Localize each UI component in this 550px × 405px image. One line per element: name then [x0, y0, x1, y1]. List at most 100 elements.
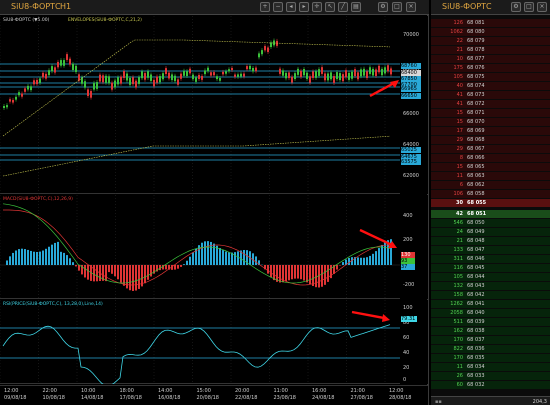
- draw-line-icon[interactable]: ╱: [338, 2, 348, 12]
- rsi-pane[interactable]: RSI(PRICE(SiU8-ФОРТС,C), 13,28,0),Line,1…: [0, 300, 400, 387]
- bid-row[interactable]: 170 68 035: [431, 354, 550, 362]
- macd-histogram-bar: [9, 256, 11, 265]
- bid-row[interactable]: 116 68 045: [431, 264, 550, 272]
- bid-row[interactable]: 60 68 032: [431, 381, 550, 389]
- ask-row[interactable]: 1062 68 080: [431, 28, 550, 36]
- macd-histogram-bar: [225, 251, 227, 265]
- ask-row[interactable]: 11 68 063: [431, 172, 550, 180]
- close-icon[interactable]: ×: [537, 2, 547, 12]
- macd-pane[interactable]: MACD(SiU8-ФОРТС,C),12,26,9): [0, 195, 400, 299]
- bid-row[interactable]: 11 68 034: [431, 363, 550, 371]
- candle-body: [225, 71, 227, 74]
- bid-row[interactable]: 26 68 033: [431, 372, 550, 380]
- bid-row[interactable]: 42 68 051: [431, 210, 550, 218]
- ask-price: 68 075: [467, 74, 485, 80]
- ask-row[interactable]: 15 68 070: [431, 118, 550, 126]
- price-axis[interactable]: 70000 68000 66000 64000 62000 6876068400…: [400, 16, 428, 194]
- close-icon[interactable]: ×: [406, 2, 416, 12]
- crosshair-icon[interactable]: ✛: [312, 2, 322, 12]
- bid-row[interactable]: 546 68 050: [431, 219, 550, 227]
- bid-row[interactable]: 170 68 037: [431, 336, 550, 344]
- ask-row[interactable]: 29 68 068: [431, 136, 550, 144]
- ask-row[interactable]: 40 68 074: [431, 82, 550, 90]
- ask-row[interactable]: 8 68 066: [431, 154, 550, 162]
- scroll-left-icon[interactable]: ◂: [286, 2, 296, 12]
- candle-body: [342, 74, 344, 82]
- scroll-right-icon[interactable]: ▸: [299, 2, 309, 12]
- bid-row[interactable]: 105 68 044: [431, 273, 550, 281]
- candle-body: [30, 86, 32, 91]
- candle-body: [33, 80, 35, 85]
- ask-row[interactable]: 15 68 071: [431, 109, 550, 117]
- candle-body: [378, 65, 380, 73]
- macd-histogram-bar: [327, 265, 329, 282]
- ask-row[interactable]: 6 68 062: [431, 181, 550, 189]
- time-axis[interactable]: 12:00 09/08/18 22:00 10/08/18 10:00 14/08/18 1…: [0, 385, 428, 405]
- ask-row[interactable]: 29 68 067: [431, 145, 550, 153]
- bid-row[interactable]: 21 68 048: [431, 237, 550, 245]
- bid-row[interactable]: 158 68 042: [431, 291, 550, 299]
- macd-axis[interactable]: 400 200 0 -200 130 93 37: [400, 195, 428, 299]
- bid-row[interactable]: 133 68 047: [431, 246, 550, 254]
- bid-row[interactable]: 162 68 038: [431, 327, 550, 335]
- ask-row[interactable]: 41 68 073: [431, 91, 550, 99]
- ask-row[interactable]: 15 68 065: [431, 163, 550, 171]
- ask-price: 68 058: [467, 191, 485, 197]
- status-left: ▪▪: [435, 399, 442, 405]
- candle-body: [360, 69, 362, 77]
- zoom-in-icon[interactable]: +: [260, 2, 270, 12]
- macd-histogram-bar: [204, 241, 206, 265]
- ask-price: 68 078: [467, 47, 485, 53]
- maximize-icon[interactable]: □: [524, 2, 534, 12]
- cursor-icon[interactable]: ↖: [325, 2, 335, 12]
- macd-histogram-bar: [378, 248, 380, 265]
- bid-row[interactable]: 1262 68 041: [431, 300, 550, 308]
- candle-body: [303, 68, 305, 76]
- candle-body: [180, 73, 182, 79]
- annotation-arrow: [351, 310, 385, 320]
- ask-row[interactable]: 105 68 075: [431, 73, 550, 81]
- macd-histogram-bar: [372, 253, 374, 265]
- bid-row[interactable]: 24 68 049: [431, 228, 550, 236]
- macd-histogram-bar: [384, 242, 386, 265]
- ask-row[interactable]: 21 68 078: [431, 46, 550, 54]
- ask-row[interactable]: 30 68 055: [431, 199, 550, 207]
- rsi-axis[interactable]: 100 80 60 40 20 0 79.31: [400, 300, 428, 384]
- chart-timeframe[interactable]: H1: [60, 2, 71, 12]
- ask-row[interactable]: 106 68 058: [431, 190, 550, 198]
- ask-row[interactable]: 17 68 069: [431, 127, 550, 135]
- bid-quantity: 170: [453, 355, 463, 361]
- candle-body: [237, 74, 239, 77]
- macd-histogram-bar: [213, 243, 215, 265]
- macd-histogram-bar: [39, 251, 41, 265]
- ask-row[interactable]: 126 68 081: [431, 19, 550, 27]
- settings-icon[interactable]: ⚙: [511, 2, 521, 12]
- macd-histogram-bar: [93, 265, 95, 282]
- order-book[interactable]: SiU8-ФОРТС ⚙ □ × 126 68 081 1062 68 080 22 68…: [431, 0, 550, 405]
- zoom-out-icon[interactable]: −: [273, 2, 283, 12]
- bid-row[interactable]: 511 68 039: [431, 318, 550, 326]
- candle-body: [384, 67, 386, 74]
- ask-row[interactable]: 175 68 076: [431, 64, 550, 72]
- chart-window[interactable]: SiU8-ФОРТС H1 + − ◂ ▸ ✛ ↖ ╱ ▤ ⚙ □ × SiU8…: [0, 0, 429, 405]
- order-book-rows[interactable]: 126 68 081 1062 68 080 22 68 079 21 68 078 10 68 …: [431, 19, 550, 394]
- settings-icon[interactable]: ⚙: [378, 2, 388, 12]
- bid-price: 68 034: [467, 364, 485, 370]
- bid-row[interactable]: 132 68 043: [431, 282, 550, 290]
- ask-row[interactable]: 41 68 072: [431, 100, 550, 108]
- print-icon[interactable]: ▤: [351, 2, 361, 12]
- candle-body: [93, 82, 95, 90]
- date-tick: 09/08/18: [4, 395, 27, 401]
- price-axis-tick: 62000: [403, 173, 419, 179]
- bid-quantity: 311: [453, 256, 463, 262]
- bid-quantity: 105: [453, 274, 463, 280]
- bid-row[interactable]: 822 68 036: [431, 345, 550, 353]
- bid-price: 68 045: [467, 265, 485, 271]
- ask-row[interactable]: 22 68 079: [431, 37, 550, 45]
- bid-row[interactable]: 2058 68 040: [431, 309, 550, 317]
- maximize-icon[interactable]: □: [392, 2, 402, 12]
- bid-row[interactable]: 311 68 046: [431, 255, 550, 263]
- candle-body: [117, 77, 119, 85]
- price-pane[interactable]: SiU8-ФОРТС (▼5.00) ENVELOPES(SiU8-ФОРТС,…: [0, 16, 400, 194]
- ask-row[interactable]: 10 68 077: [431, 55, 550, 63]
